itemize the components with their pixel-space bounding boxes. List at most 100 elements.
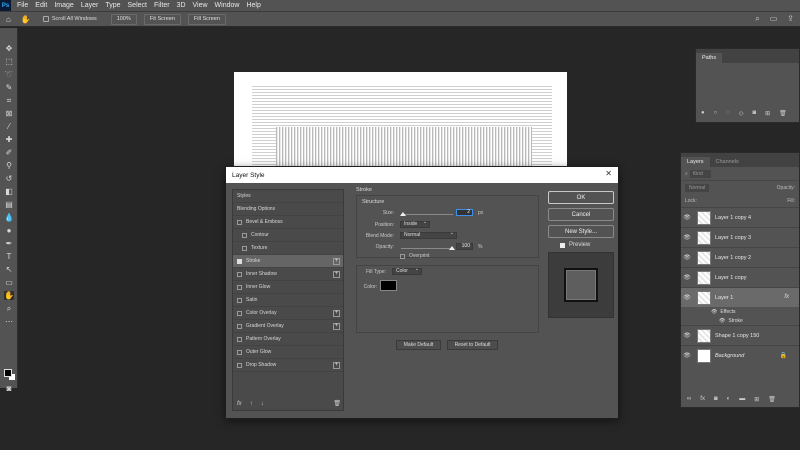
menu-select[interactable]: Select [128, 2, 147, 9]
eyedropper-tool-icon[interactable]: ⁄ [4, 122, 14, 131]
filter-kind-select[interactable]: Kind [689, 169, 711, 178]
rectangle-tool-icon[interactable]: ▭ [4, 278, 14, 287]
checkbox-icon[interactable] [237, 271, 242, 277]
dialog-titlebar[interactable]: Layer Style ✕ [226, 167, 618, 183]
inner-shadow-item[interactable]: Inner Shadow + [233, 268, 343, 281]
layer-row[interactable]: 👁 Background 🔒 [681, 345, 799, 365]
dodge-tool-icon[interactable]: ● [4, 226, 14, 235]
eye-icon[interactable]: 👁 [719, 318, 725, 324]
contour-item[interactable]: Contour [233, 229, 343, 242]
adjustment-layer-icon[interactable]: ◐ [727, 396, 731, 403]
workspace-icon[interactable]: ▭ [770, 14, 778, 24]
inner-glow-item[interactable]: Inner Glow [233, 281, 343, 294]
eye-icon[interactable]: 👁 [711, 309, 717, 315]
blending-options-item[interactable]: Blending Options [233, 203, 343, 216]
path-selection-tool-icon[interactable]: ↖ [4, 265, 14, 274]
document-canvas[interactable] [234, 72, 567, 167]
color-overlay-item[interactable]: Color Overlay + [233, 307, 343, 320]
checkbox-icon[interactable] [242, 245, 247, 251]
add-effect-icon[interactable]: + [333, 362, 340, 369]
new-layer-icon[interactable]: ⊞ [754, 396, 759, 403]
checkbox-icon[interactable] [237, 336, 242, 342]
crop-tool-icon[interactable]: ⌗ [4, 96, 14, 105]
size-input[interactable]: 2 [456, 209, 473, 216]
fill-type-select[interactable]: Color [392, 267, 422, 275]
quick-select-tool-icon[interactable]: ✎ [4, 83, 14, 92]
trash-icon[interactable]: 🗑 [333, 400, 341, 407]
styles-item[interactable]: Styles [233, 190, 343, 203]
menu-edit[interactable]: Edit [35, 2, 47, 9]
blend-mode-select[interactable]: Normal [400, 231, 457, 239]
layer-row[interactable]: 👁 Shape 1 copy 150 [681, 325, 799, 345]
share-icon[interactable]: ⇪ [787, 14, 794, 24]
checkbox-icon[interactable] [237, 362, 242, 368]
fill-path-icon[interactable]: ● [701, 110, 705, 117]
new-style-button[interactable]: New Style... [548, 225, 614, 238]
add-effect-icon[interactable]: + [333, 310, 340, 317]
checkbox-icon[interactable] [237, 349, 242, 355]
pattern-overlay-item[interactable]: Pattern Overlay [233, 333, 343, 346]
gradient-overlay-item[interactable]: Gradient Overlay + [233, 320, 343, 333]
size-slider-handle[interactable] [400, 212, 406, 216]
marquee-tool-icon[interactable]: ⬚ [4, 57, 14, 66]
checkbox-icon[interactable] [242, 232, 247, 238]
menu-3d[interactable]: 3D [177, 2, 186, 9]
frame-tool-icon[interactable]: ⊠ [4, 109, 14, 118]
texture-item[interactable]: Texture [233, 242, 343, 255]
stroke-effect-row[interactable]: 👁 Stroke [681, 316, 799, 325]
menu-view[interactable]: View [193, 2, 208, 9]
type-tool-icon[interactable]: T [4, 252, 14, 261]
quick-mask-icon[interactable]: ◙ [4, 384, 14, 393]
add-mask-icon[interactable]: ◙ [752, 110, 756, 117]
lasso-tool-icon[interactable]: ➰ [4, 70, 14, 79]
hand-tool-icon[interactable]: ✋ [4, 291, 14, 300]
zoom-tool-icon[interactable]: ⌕ [4, 304, 14, 313]
reset-to-default-button[interactable]: Reset to Default [447, 340, 498, 350]
eye-icon[interactable]: 👁 [681, 294, 693, 301]
new-path-icon[interactable]: ⊞ [765, 110, 770, 117]
menu-type[interactable]: Type [105, 2, 120, 9]
add-effect-icon[interactable]: + [333, 323, 340, 330]
checkbox-icon[interactable] [237, 310, 242, 316]
eye-icon[interactable]: 👁 [681, 274, 693, 281]
satin-item[interactable]: Satin [233, 294, 343, 307]
eye-icon[interactable]: 👁 [681, 234, 693, 241]
menu-filter[interactable]: Filter [154, 2, 170, 9]
add-effect-icon[interactable]: + [333, 258, 340, 265]
checkbox-icon[interactable] [237, 323, 242, 329]
cancel-button[interactable]: Cancel [548, 208, 614, 221]
eraser-tool-icon[interactable]: ◧ [4, 187, 14, 196]
zoom-100-button[interactable]: 100% [110, 13, 137, 25]
move-down-icon[interactable]: ↓ [261, 401, 264, 407]
search-icon[interactable]: ⌕ [755, 14, 759, 24]
drop-shadow-item[interactable]: Drop Shadow + [233, 359, 343, 372]
hand-icon[interactable]: ✋ [21, 15, 31, 24]
ok-button[interactable]: OK [548, 191, 614, 204]
blur-tool-icon[interactable]: 💧 [4, 213, 14, 222]
add-mask-icon[interactable]: ◙ [714, 396, 718, 403]
checkbox-icon[interactable] [237, 297, 242, 303]
effects-row[interactable]: 👁 Effects [681, 307, 799, 316]
tab-layers[interactable]: Layers [681, 157, 710, 167]
history-brush-tool-icon[interactable]: ↺ [4, 174, 14, 183]
make-work-path-icon[interactable]: ◇ [739, 110, 744, 117]
stroke-item[interactable]: Stroke + [233, 255, 343, 268]
opacity-slider[interactable] [401, 248, 453, 249]
stroke-path-icon[interactable]: ○ [714, 110, 718, 117]
pen-tool-icon[interactable]: ✒ [4, 239, 14, 248]
bevel-emboss-item[interactable]: Bevel & Emboss [233, 216, 343, 229]
layer-row[interactable]: 👁 Layer 1 copy 2 [681, 247, 799, 267]
fx-icon[interactable]: fx [237, 401, 242, 407]
checkbox-icon[interactable] [237, 284, 242, 290]
close-icon[interactable]: ✕ [605, 169, 612, 178]
fit-screen-button[interactable]: Fit Screen [143, 13, 181, 25]
opacity-input[interactable]: 100 [456, 243, 473, 250]
eye-icon[interactable]: 👁 [681, 352, 693, 359]
position-select[interactable]: Inside [400, 220, 430, 228]
more-tools-icon[interactable]: ⋯ [4, 317, 14, 326]
add-style-icon[interactable]: fx [700, 396, 705, 403]
move-tool-icon[interactable]: ✥ [4, 44, 14, 53]
checkbox-checked-icon[interactable] [237, 258, 242, 264]
layer-row[interactable]: 👁 Layer 1 copy 3 [681, 227, 799, 247]
blend-mode-select[interactable]: Normal [685, 183, 710, 192]
